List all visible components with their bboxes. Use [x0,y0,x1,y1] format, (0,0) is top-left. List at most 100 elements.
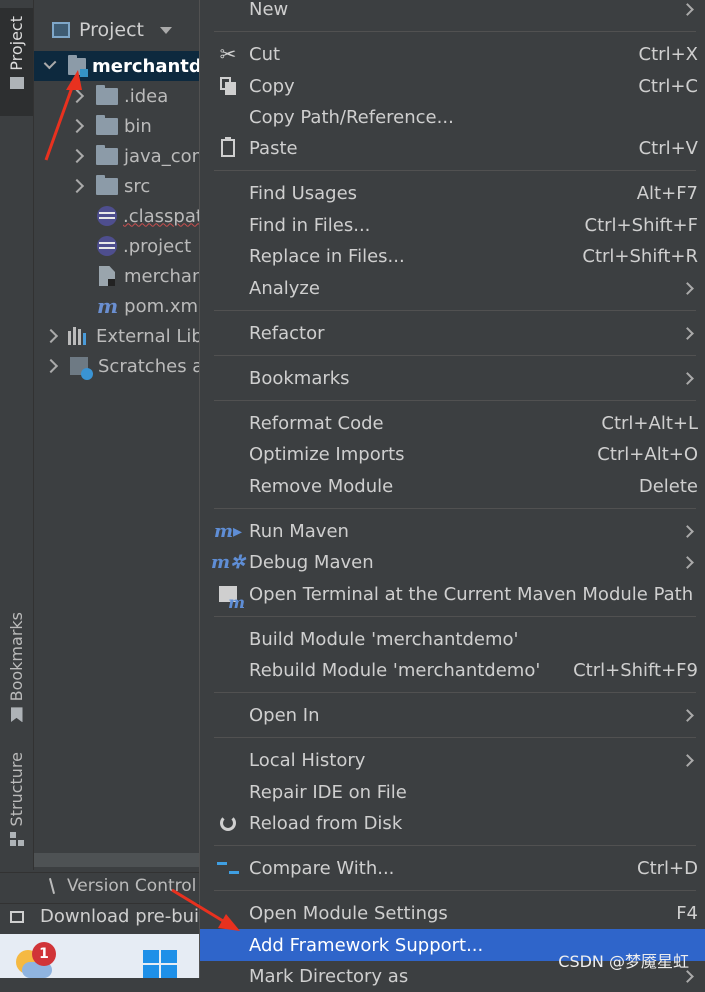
menu-item-repair-ide[interactable]: Repair IDE on File [200,776,705,808]
menu-item-paste[interactable]: Paste Ctrl+V [200,132,705,164]
version-control-icon [48,878,58,894]
menu-item-label: Copy Path/Reference... [249,106,454,128]
maven-debug-icon: m✲ [210,551,246,573]
tree-item-idea[interactable]: .idea [34,81,168,111]
tree-item-src[interactable]: src [34,171,150,201]
windows-start-icon[interactable] [143,950,177,978]
menu-item-rebuild-module[interactable]: Rebuild Module 'merchantdemo' Ctrl+Shift… [200,654,705,686]
chevron-right-icon[interactable] [43,358,59,374]
status-message[interactable]: Download pre-bui [10,906,199,927]
menu-item-label: Cut [249,43,281,65]
scratches-icon [70,357,93,380]
tool-tab-structure[interactable]: Structure [0,752,33,847]
eclipse-icon [97,236,117,256]
menu-item-new[interactable]: New [200,0,705,25]
tree-item-module-root[interactable]: merchantde [34,51,214,81]
menu-item-shortcut: Ctrl+Shift+R [582,245,698,267]
menu-item-copy[interactable]: Copy Ctrl+C [200,70,705,102]
menu-item-compare-with[interactable]: Compare With... Ctrl+D [200,852,705,884]
reload-icon [216,811,240,835]
project-panel: Project merchantde .idea bin java_com sr… [34,0,214,870]
submenu-arrow-icon [681,524,694,538]
menu-separator [214,616,696,617]
tool-tab-structure-label: Structure [7,752,26,827]
menu-item-analyze[interactable]: Analyze [200,272,705,304]
menu-separator [214,31,696,32]
project-view-title: Project [79,19,145,41]
menu-item-reformat-code[interactable]: Reformat Code Ctrl+Alt+L [200,407,705,439]
menu-separator [214,890,696,891]
menu-item-refactor[interactable]: Refactor [200,317,705,349]
menu-item-label: Copy [249,75,295,97]
window-icon [10,910,24,923]
menu-item-label: Find in Files... [249,214,371,236]
folder-icon [96,84,118,105]
tree-item-classpath[interactable]: .classpat [34,201,203,231]
menu-item-shortcut: Ctrl+C [638,75,698,97]
menu-separator [214,170,696,171]
menu-item-shortcut: Ctrl+X [638,43,698,65]
tree-item-external-libraries[interactable]: External Lib [34,321,203,351]
menu-separator [214,737,696,738]
menu-item-open-terminal[interactable]: Open Terminal at the Current Maven Modul… [200,578,705,612]
menu-item-shortcut: Ctrl+Alt+L [601,412,698,434]
tree-item-pom[interactable]: m pom.xml [34,291,203,321]
tool-tab-bookmarks-label: Bookmarks [7,612,26,702]
menu-item-shortcut: Ctrl+Shift+F [584,214,698,236]
chevron-right-icon[interactable] [69,118,85,134]
menu-item-shortcut: Ctrl+V [638,137,698,159]
version-control-tab[interactable]: Version Control [48,876,196,896]
chevron-right-icon[interactable] [69,178,85,194]
tool-tab-bookmarks[interactable]: Bookmarks [0,612,33,723]
chevron-down-icon[interactable] [160,26,173,34]
tree-item-scratches[interactable]: Scratches ar [34,351,211,381]
paste-icon [216,136,240,160]
tree-item-java-com[interactable]: java_com [34,141,209,171]
chevron-right-icon[interactable] [69,148,85,164]
menu-item-copy-path[interactable]: Copy Path/Reference... [200,101,705,133]
menu-item-find-usages[interactable]: Find Usages Alt+F7 [200,177,705,209]
tree-item-label: Scratches ar [98,355,211,377]
menu-item-bookmarks[interactable]: Bookmarks [200,362,705,394]
folder-icon [96,114,118,135]
submenu-arrow-icon [681,753,694,767]
menu-item-optimize-imports[interactable]: Optimize Imports Ctrl+Alt+O [200,438,705,470]
horizontal-scrollbar[interactable] [34,853,214,867]
menu-item-debug-maven[interactable]: m✲ Debug Maven [200,546,705,578]
menu-item-reload-from-disk[interactable]: Reload from Disk [200,807,705,839]
menu-item-replace-in-files[interactable]: Replace in Files... Ctrl+Shift+R [200,240,705,272]
menu-item-open-module-settings[interactable]: Open Module Settings F4 [200,897,705,929]
compare-icon [216,856,240,880]
menu-item-remove-module[interactable]: Remove Module Delete [200,470,705,502]
tree-item-bin[interactable]: bin [34,111,152,141]
left-tool-strip: Project Bookmarks Structure [0,0,34,870]
menu-item-shortcut: Ctrl+Shift+F9 [573,659,698,681]
menu-item-find-in-files[interactable]: Find in Files... Ctrl+Shift+F [200,209,705,241]
chevron-right-icon[interactable] [69,88,85,104]
chevron-down-icon[interactable] [43,56,57,70]
tree-item-iml[interactable]: merchan [34,261,203,291]
menu-item-label: Find Usages [249,182,358,204]
tree-item-project-file[interactable]: .project [34,231,191,261]
menu-item-label: Paste [249,137,298,159]
menu-separator [214,845,696,846]
project-view-selector[interactable]: Project [34,12,214,48]
tree-item-label: merchantde [92,55,214,77]
structure-icon [9,832,24,847]
menu-item-label: Remove Module [249,475,394,497]
menu-item-open-in[interactable]: Open In [200,699,705,731]
menu-separator [214,400,696,401]
iml-file-icon [99,266,115,286]
tree-item-label: java_com [124,145,210,167]
menu-item-label: Local History [249,749,366,771]
menu-item-local-history[interactable]: Local History [200,744,705,776]
menu-item-run-maven[interactable]: m▸ Run Maven [200,515,705,547]
menu-item-cut[interactable]: ✂ Cut Ctrl+X [200,38,705,70]
menu-separator [214,508,696,509]
context-menu: New ✂ Cut Ctrl+X Copy Ctrl+C Copy Path/R… [199,0,705,987]
tool-tab-project[interactable]: Project [0,8,33,116]
chevron-right-icon[interactable] [43,328,59,344]
menu-item-shortcut: Alt+F7 [636,182,698,204]
tree-item-label: src [124,175,151,197]
menu-item-build-module[interactable]: Build Module 'merchantdemo' [200,623,705,655]
